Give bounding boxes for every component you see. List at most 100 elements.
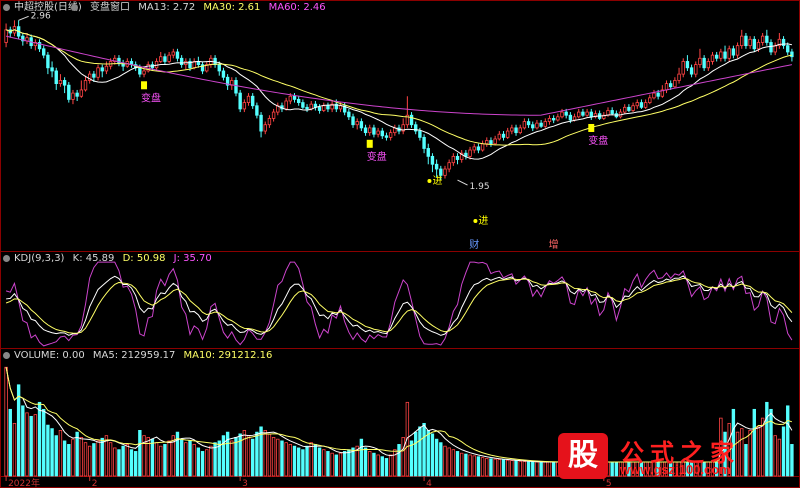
candle-body [652,92,656,99]
main-settings-icon[interactable] [71,4,78,11]
candle-body [631,105,635,111]
volume-bar [121,445,125,477]
logo-glyph: 股 [558,433,608,479]
candle [514,124,518,136]
candle [163,53,167,65]
candle-body [179,57,184,66]
kdj-panel-icon[interactable] [3,255,10,262]
volume-bar [317,447,322,477]
volume-bar [54,435,58,477]
candle-body [706,61,711,69]
candle-body [760,35,765,43]
volume-bar [380,456,384,477]
volume-bar [468,454,472,477]
volume-bar [547,461,552,477]
candle [493,135,497,146]
volume-bar [460,452,464,477]
low-marker-leader [457,179,468,186]
candle [12,20,17,37]
kdj-j-line [5,261,793,347]
candle [535,119,539,130]
candle-body [643,102,648,108]
x-tick-label: 3 [242,479,248,488]
candle-body [58,80,63,84]
candle-body [271,111,276,119]
candle [4,23,8,48]
candle [593,110,598,119]
volume-bar [790,444,794,477]
candle-body [288,95,293,102]
candle [485,137,489,147]
volume-panel-icon[interactable] [3,352,10,359]
candle [129,58,134,68]
annotations: 2.961.95变盘变盘变盘变盘进进财增融 [18,11,800,251]
candle-body [656,92,660,97]
candle [271,108,276,122]
candle [426,143,430,165]
main-panel-icon[interactable] [3,4,10,11]
ma13-label: MA13: 2.72 [138,2,196,13]
candle [727,45,731,62]
volume-bar [46,424,50,477]
candle-body [702,57,706,69]
volume-bar [8,408,12,477]
volume-bar [342,451,347,477]
volume-bar [138,429,142,477]
volume-bar [83,442,88,477]
candle-body [309,103,313,110]
signal-box [366,139,373,148]
candle [451,153,456,166]
candle-body [434,163,439,170]
candle-body [455,155,460,160]
candle-body [62,80,67,86]
volume-bar [388,454,393,477]
high-marker-leader [18,15,29,21]
candle [422,134,426,154]
volume-header: VOLUME: 0.00 MA5: 212959.17 MA10: 291212… [14,350,277,362]
x-tick-label: 5 [606,479,612,488]
candle [769,39,773,56]
candle-body [296,99,301,103]
volume-bar [526,461,531,477]
candle [706,58,711,71]
candle-body [426,148,430,157]
volume-bar [539,461,543,477]
candle-body [83,80,88,91]
candle [731,45,736,59]
volume-bar [62,440,67,477]
candle [510,124,514,135]
candle-body [480,143,485,151]
candle [777,32,782,49]
volume-bar [305,445,309,477]
kdj-header: KDJ(9,3,3) K: 45.89 D: 50.98 J: 35.70 [14,253,217,265]
volume-bar [393,449,397,477]
signal-box [588,123,595,132]
volume-bar [418,426,422,477]
kdj-j-label: J: 35.70 [173,253,212,264]
candle-body [765,35,769,43]
candle-body [368,127,372,134]
volume-bar [338,452,343,477]
candle-body [443,168,447,176]
volume-bar [543,461,547,477]
candle-body [54,70,58,85]
volume-bar [188,440,192,477]
candle [200,61,205,75]
event-marker: 增 [549,238,559,251]
candle [246,93,251,106]
candle-body [514,127,518,134]
candle [631,102,635,113]
volume-bar [271,437,276,477]
volume-bar [192,444,196,477]
candle [330,101,334,113]
volume-bar [21,405,25,477]
candle-body [786,45,790,53]
candle-body [531,124,535,129]
candle [455,153,460,165]
candle [401,118,405,135]
buy-dot [427,179,432,183]
candle [489,137,493,147]
candle-body [623,106,627,113]
candle-body [384,135,389,138]
candle [179,55,184,68]
